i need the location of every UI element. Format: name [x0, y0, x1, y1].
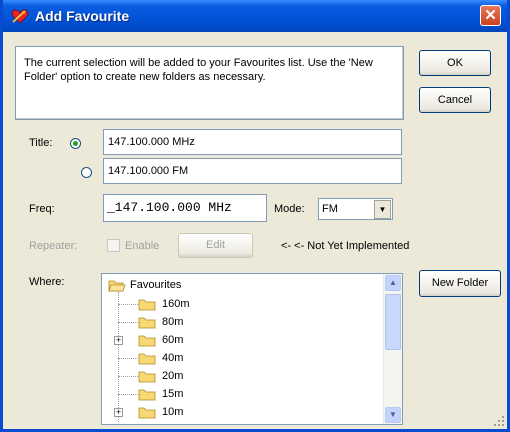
folder-icon [138, 335, 156, 347]
tree-item-label: 160m [162, 298, 190, 310]
tree-item-label: 60m [162, 334, 184, 346]
resize-grip-icon[interactable] [493, 415, 505, 427]
mode-value: FM [322, 203, 338, 215]
scroll-up-icon[interactable]: ▲ [385, 275, 401, 291]
edit-button[interactable]: Edit [178, 233, 253, 258]
add-favourite-dialog: Add Favourite ✕ The current selection wi… [0, 0, 510, 432]
freq-label: Freq: [29, 203, 55, 215]
tree-line [118, 304, 138, 305]
tree-item-label: 20m [162, 370, 184, 382]
where-label: Where: [29, 276, 65, 288]
repeater-label: Repeater: [29, 240, 78, 252]
scroll-thumb[interactable] [385, 294, 401, 350]
title-input-1[interactable]: 147.100.000 MHz [103, 129, 402, 155]
folder-icon [138, 371, 156, 383]
open-folder-icon [108, 280, 126, 292]
info-message: The current selection will be added to y… [15, 46, 404, 120]
tree-item-label: Favourites [130, 279, 182, 291]
repeater-enable-label: Enable [125, 240, 160, 252]
new-folder-button[interactable]: New Folder [419, 270, 501, 297]
folder-icon [138, 317, 156, 329]
tree-line [118, 292, 119, 422]
tree-line [118, 394, 138, 395]
chevron-down-icon[interactable]: ▼ [374, 200, 391, 219]
cancel-button[interactable]: Cancel [419, 87, 491, 113]
title-radio-2[interactable] [81, 167, 92, 178]
tree-item-label: 80m [162, 316, 184, 328]
not-implemented-note: <- <- Not Yet Implemented [281, 240, 410, 252]
close-button[interactable]: ✕ [480, 5, 501, 26]
mode-label: Mode: [274, 203, 305, 215]
expand-toggle-10m[interactable]: + [114, 408, 123, 417]
title-label: Title: [29, 137, 53, 149]
tree-scrollbar[interactable]: ▲ ▼ [383, 274, 402, 424]
folder-icon [138, 353, 156, 365]
window-title: Add Favourite [35, 8, 130, 24]
tree-item-label: 10m [162, 406, 184, 418]
tree-item-label: 15m [162, 388, 184, 400]
folder-icon [138, 389, 156, 401]
heart-arrow-icon [11, 9, 29, 24]
tree-line [118, 376, 138, 377]
ok-button[interactable]: OK [419, 50, 491, 76]
freq-input[interactable]: _147.100.000 MHz [103, 194, 267, 222]
tree-item-label: 40m [162, 352, 184, 364]
folder-icon [138, 407, 156, 419]
tree-line [118, 358, 138, 359]
scroll-down-icon[interactable]: ▼ [385, 407, 401, 423]
title-bar[interactable]: Add Favourite ✕ [3, 0, 507, 32]
mode-select[interactable]: FM ▼ [318, 198, 393, 220]
folder-icon [138, 299, 156, 311]
expand-toggle-60m[interactable]: + [114, 336, 123, 345]
tree-line [118, 322, 138, 323]
title-input-2[interactable]: 147.100.000 FM [103, 158, 402, 184]
radio-selected-dot [73, 141, 78, 146]
repeater-enable-checkbox[interactable] [107, 239, 120, 252]
folder-tree[interactable]: Favourites 160m 80m + 60m 40m 20m 15m + [101, 273, 403, 425]
title-radio-1[interactable] [70, 138, 81, 149]
